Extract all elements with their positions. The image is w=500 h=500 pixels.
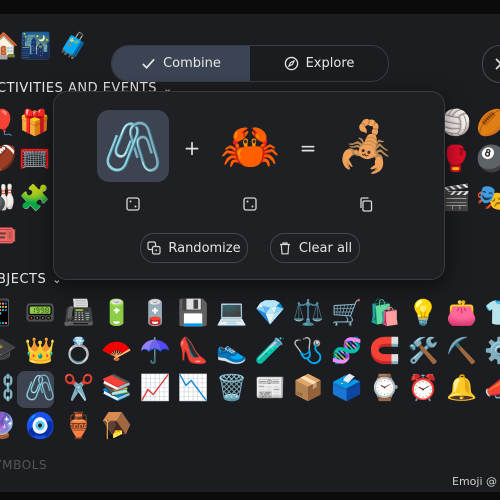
emoji-object-r2-c14[interactable]: ⚙️ bbox=[484, 336, 500, 366]
result-emoji-slot[interactable]: 🦂 bbox=[330, 110, 402, 182]
emoji-object-r2-c11[interactable]: 🧲 bbox=[369, 336, 401, 366]
emoji-night-city[interactable]: 🌃 bbox=[20, 31, 52, 61]
tab-combine[interactable]: Combine bbox=[112, 46, 250, 81]
clear-all-button[interactable]: Clear all bbox=[270, 233, 360, 263]
emoji-object-r2-c8[interactable]: 🧪 bbox=[254, 336, 286, 366]
clear-all-label: Clear all bbox=[298, 240, 353, 256]
emoji-object-r1-c11[interactable]: 🛍️ bbox=[369, 298, 401, 328]
section-label-objects[interactable]: BJECTS ⌄ bbox=[0, 272, 62, 287]
emoji-object-r1-c8[interactable]: 💎 bbox=[254, 298, 286, 328]
second-emoji: 🦀 bbox=[220, 118, 280, 175]
combine-panel: 🖇️ + 🦀 = 🦂 Randomize Clear all bbox=[53, 91, 445, 280]
emoji-object-r3-c8[interactable]: 📰 bbox=[254, 373, 286, 403]
emoji-balloon[interactable]: 🎈 bbox=[0, 108, 18, 138]
emoji-object-r1-c4[interactable]: 🔋 bbox=[101, 298, 133, 328]
dice-icon bbox=[126, 197, 140, 211]
close-icon bbox=[495, 58, 500, 70]
emoji-object-r1-c10[interactable]: 🛒 bbox=[331, 298, 363, 328]
emoji-object-r2-c4[interactable]: 🪭 bbox=[101, 336, 133, 366]
emoji-object-r4-c1[interactable]: 🔮 bbox=[0, 411, 18, 441]
equals-sign: = bbox=[299, 136, 317, 160]
close-button[interactable] bbox=[482, 45, 500, 83]
randomize-second-button[interactable] bbox=[241, 195, 259, 213]
emoji-object-r2-c3[interactable]: 💍 bbox=[63, 336, 95, 366]
emoji-object-r4-c4[interactable]: 🪤 bbox=[101, 411, 133, 441]
emoji-object-r2-c13[interactable]: ⛏️ bbox=[446, 336, 478, 366]
emoji-object-r1-c7[interactable]: 💻 bbox=[216, 298, 248, 328]
emoji-object-r3-c2[interactable]: 🖇️ bbox=[24, 373, 56, 403]
emoji-8-ball[interactable]: 🎱 bbox=[476, 144, 500, 174]
tab-explore[interactable]: Explore bbox=[250, 46, 388, 81]
emoji-object-r2-c7[interactable]: 👟 bbox=[216, 336, 248, 366]
emoji-object-r1-c12[interactable]: 💡 bbox=[407, 298, 439, 328]
emoji-object-r3-c10[interactable]: 🗳️ bbox=[331, 373, 363, 403]
emoji-object-r2-c9[interactable]: 🩺 bbox=[292, 336, 324, 366]
emoji-rugby-ball[interactable]: 🏉 bbox=[476, 108, 500, 138]
emoji-object-r1-c5[interactable]: 🪫 bbox=[139, 298, 171, 328]
emoji-object-r4-c3[interactable]: 🏺 bbox=[63, 411, 95, 441]
emoji-object-r1-c13[interactable]: 👛 bbox=[446, 298, 478, 328]
emoji-object-r1-c9[interactable]: ⚖️ bbox=[292, 298, 324, 328]
emoji-object-r1-c3[interactable]: 📠 bbox=[63, 298, 95, 328]
emoji-object-r3-c9[interactable]: 📦 bbox=[292, 373, 324, 403]
emoji-object-r3-c11[interactable]: ⌚ bbox=[369, 373, 401, 403]
shuffle-dice-icon bbox=[147, 241, 161, 255]
emoji-bowling[interactable]: 🎳 bbox=[0, 183, 18, 213]
emoji-luggage[interactable]: 🧳 bbox=[58, 31, 90, 61]
emoji-object-r2-c1[interactable]: 🎓 bbox=[0, 336, 18, 366]
compass-icon bbox=[284, 56, 298, 71]
copy-icon bbox=[360, 196, 373, 212]
footer-credit: Emoji @ G bbox=[452, 475, 500, 488]
emoji-object-r1-c1[interactable]: 📱 bbox=[0, 298, 18, 328]
first-emoji-slot[interactable]: 🖇️ bbox=[97, 110, 169, 182]
emoji-object-r3-c1[interactable]: ⛓️ bbox=[0, 373, 18, 403]
emoji-ticket[interactable]: 🎟️ bbox=[0, 221, 18, 251]
emoji-object-r1-c6[interactable]: 💾 bbox=[178, 298, 210, 328]
emoji-puzzle[interactable]: 🧩 bbox=[19, 183, 51, 213]
check-icon bbox=[142, 58, 155, 69]
emoji-object-r1-c14[interactable]: 👕 bbox=[484, 298, 500, 328]
window-top-bar bbox=[0, 0, 500, 14]
emoji-object-r3-c3[interactable]: ✂️ bbox=[63, 373, 95, 403]
emoji-object-r2-c6[interactable]: 👠 bbox=[178, 336, 210, 366]
emoji-goal-net[interactable]: 🥅 bbox=[19, 144, 51, 174]
second-emoji-slot[interactable]: 🦀 bbox=[214, 110, 286, 182]
chevron-down-icon: ⌄ bbox=[52, 273, 62, 286]
tab-explore-label: Explore bbox=[305, 56, 355, 71]
copy-result-button[interactable] bbox=[357, 195, 375, 213]
emoji-object-r3-c14[interactable]: 📣 bbox=[484, 373, 500, 403]
window-bottom-bar bbox=[0, 492, 500, 500]
first-emoji: 🖇️ bbox=[103, 118, 163, 175]
emoji-object-r2-c2[interactable]: 👑 bbox=[24, 336, 56, 366]
emoji-gift[interactable]: 🎁 bbox=[19, 108, 51, 138]
emoji-object-r2-c10[interactable]: 🧬 bbox=[331, 336, 363, 366]
emoji-object-r3-c4[interactable]: 📚 bbox=[101, 373, 133, 403]
emoji-theater-masks[interactable]: 🎭 bbox=[476, 183, 500, 213]
dice-icon bbox=[243, 197, 257, 211]
trash-icon bbox=[279, 242, 290, 255]
mode-toggle: Combine Explore bbox=[111, 45, 389, 82]
result-emoji: 🦂 bbox=[336, 118, 396, 175]
plus-sign: + bbox=[183, 136, 201, 160]
emoji-object-r3-c13[interactable]: 🔔 bbox=[446, 373, 478, 403]
emoji-object-r3-c5[interactable]: 📈 bbox=[139, 373, 171, 403]
randomize-label: Randomize bbox=[168, 240, 241, 256]
randomize-button[interactable]: Randomize bbox=[140, 233, 248, 263]
section-label-symbols: SYMBOLS bbox=[0, 458, 48, 472]
emoji-object-r1-c2[interactable]: 📟 bbox=[24, 298, 56, 328]
emoji-object-r3-c7[interactable]: 🗑️ bbox=[216, 373, 248, 403]
randomize-first-button[interactable] bbox=[124, 195, 142, 213]
tab-combine-label: Combine bbox=[163, 56, 221, 71]
emoji-object-r3-c12[interactable]: ⏰ bbox=[407, 373, 439, 403]
emoji-object-r4-c2[interactable]: 🧿 bbox=[24, 411, 56, 441]
emoji-object-r2-c5[interactable]: ☂️ bbox=[139, 336, 171, 366]
emoji-house[interactable]: 🏠 bbox=[0, 31, 20, 61]
emoji-object-r3-c6[interactable]: 📉 bbox=[178, 373, 210, 403]
emoji-football[interactable]: 🏈 bbox=[0, 144, 18, 174]
emoji-object-r2-c12[interactable]: 🛠️ bbox=[407, 336, 439, 366]
